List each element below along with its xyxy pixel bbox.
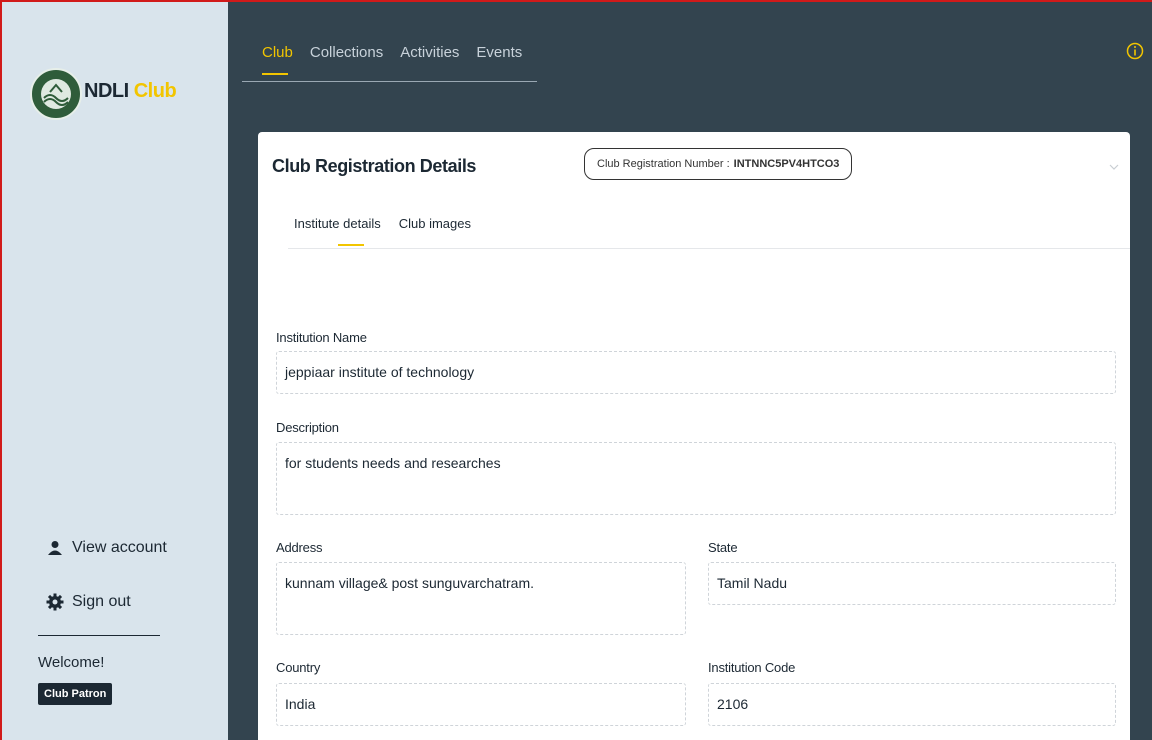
nav-underline [242,81,537,82]
sign-out-link[interactable]: Sign out [46,593,131,611]
registration-number-value: INTNNC5PV4HTCO3 [733,158,840,170]
tab-activities[interactable]: Activities [400,44,459,73]
brand-accent: Club [133,80,177,102]
subtabs-divider [288,248,1130,249]
description-field[interactable]: for students needs and researches [276,442,1116,515]
address-field[interactable]: kunnam village& post sunguvarchatram. [276,562,686,635]
card-subtabs: Institute details Club images [294,216,471,246]
subtab-club-images[interactable]: Club images [399,216,471,231]
country-field[interactable]: India [276,683,686,726]
registration-number-label: Club Registration Number : [597,158,730,170]
country-label: Country [276,660,321,675]
gear-icon [46,593,64,611]
tab-events[interactable]: Events [476,44,522,73]
view-account-label: View account [72,539,167,556]
institution-code-field[interactable]: 2106 [708,683,1116,726]
institution-name-label: Institution Name [276,330,367,345]
registration-number-badge: Club Registration Number : INTNNC5PV4HTC… [584,148,853,180]
state-label: State [708,540,738,555]
welcome-text: Welcome! [38,654,105,671]
institution-code-label: Institution Code [708,660,796,675]
top-nav: Club Collections Activities Events [262,44,522,75]
address-label: Address [276,540,323,555]
user-icon [46,539,64,557]
chevron-down-icon[interactable] [1108,160,1120,172]
card-title: Club Registration Details [272,156,477,176]
tab-club[interactable]: Club [262,44,293,75]
sidebar-divider [38,635,160,636]
main-content: Club Collections Activities Events Club … [228,2,1152,740]
sidebar: NDLI Club View account Sign out Welcome!… [2,2,228,740]
state-field[interactable]: Tamil Nadu [708,562,1116,605]
description-label: Description [276,420,339,435]
brand-primary: NDLI [84,80,129,102]
role-badge: Club Patron [38,683,113,705]
institution-name-field[interactable]: jeppiaar institute of technology [276,351,1116,394]
app-frame: NDLI Club View account Sign out Welcome!… [0,0,1152,740]
registration-card: Club Registration Details Club Registrat… [258,132,1130,740]
ndli-logo-icon[interactable] [30,68,82,120]
info-icon[interactable] [1126,42,1144,60]
tab-collections[interactable]: Collections [310,44,383,73]
sign-out-label: Sign out [72,593,131,610]
brand-name[interactable]: NDLI Club [84,80,177,103]
subtab-institute-details[interactable]: Institute details [294,216,381,246]
view-account-link[interactable]: View account [46,539,167,557]
